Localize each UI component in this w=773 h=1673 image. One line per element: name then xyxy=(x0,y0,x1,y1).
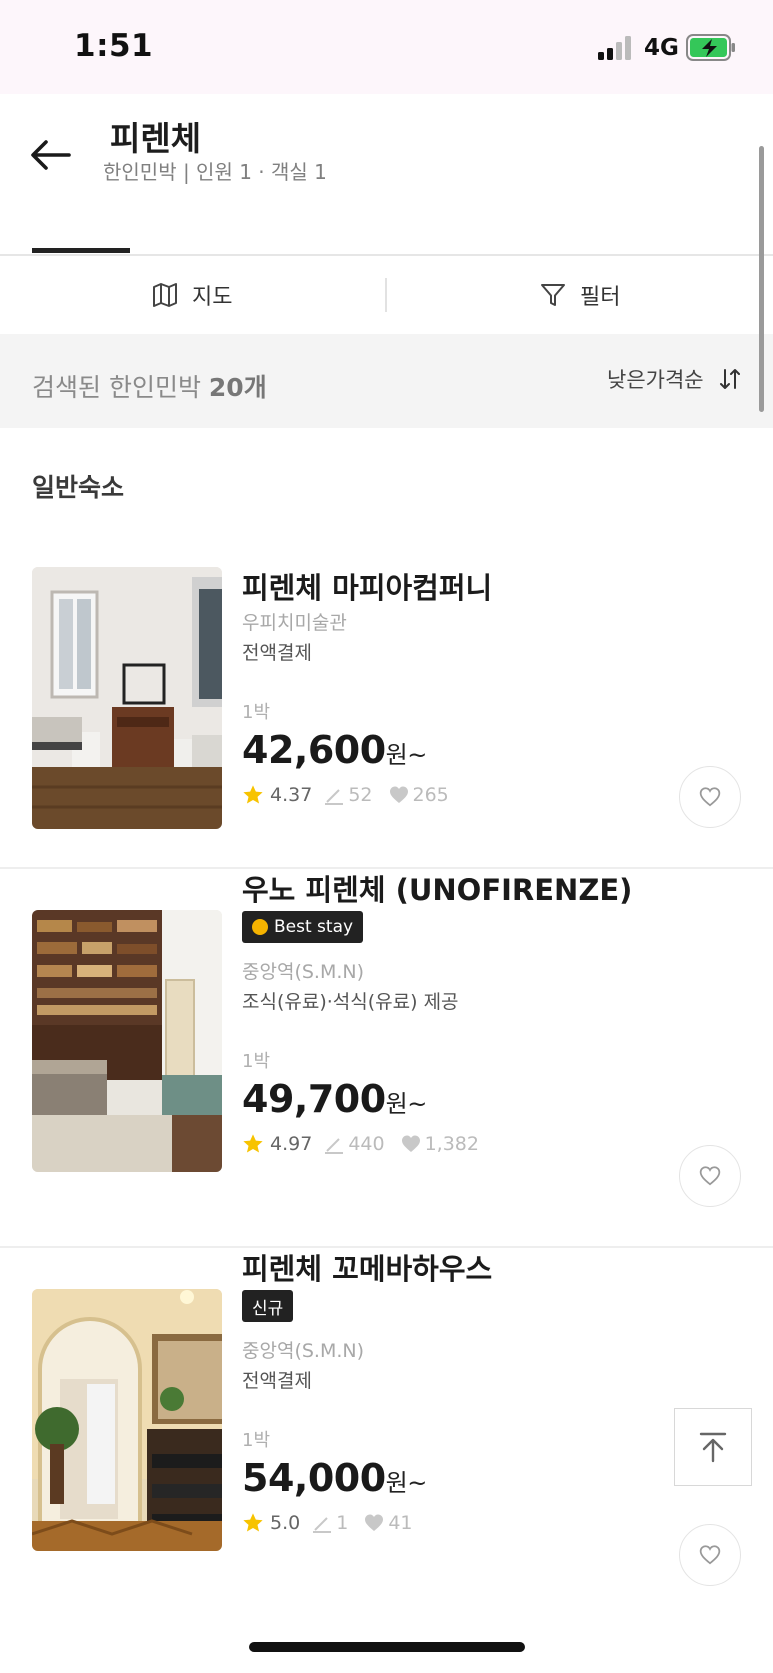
listing-card[interactable]: 우노 피렌체 (UNOFIRENZE) Best stay 중앙역(S.M.N)… xyxy=(0,869,773,1248)
heart-outline-icon xyxy=(699,1166,721,1186)
listing-amenities: 조식(유료)·석식(유료) 제공 xyxy=(242,991,459,1013)
listing-location: 우피치미술관 xyxy=(242,612,347,634)
heart-outline-icon xyxy=(699,1545,721,1565)
listing-price: 54,000원~ xyxy=(242,1456,427,1500)
listing-nights: 1박 xyxy=(242,702,271,723)
review-count: 52 xyxy=(348,784,373,806)
map-label: 지도 xyxy=(192,285,233,310)
price-value: 49,700 xyxy=(242,1077,386,1121)
like-count: 1,382 xyxy=(424,1133,479,1155)
back-arrow-icon[interactable] xyxy=(26,130,76,180)
status-bar: 1:51 4G xyxy=(0,0,773,94)
listing-price: 49,700원~ xyxy=(242,1077,427,1121)
rating-value: 5.0 xyxy=(270,1512,301,1534)
listing-stats: 5.0 1 41 xyxy=(242,1512,413,1534)
wishlist-button[interactable] xyxy=(679,1524,741,1586)
scrollbar[interactable] xyxy=(759,146,764,412)
price-unit: 원~ xyxy=(385,1090,428,1118)
listing-photo xyxy=(32,910,222,1172)
page-title: 피렌체 xyxy=(110,119,202,158)
heart-icon xyxy=(389,786,408,803)
map-icon xyxy=(153,283,177,307)
star-icon xyxy=(243,785,263,804)
listing-location: 중앙역(S.M.N) xyxy=(242,961,365,983)
sort-label: 낮은가격순 xyxy=(607,368,704,392)
new-badge: 신규 xyxy=(242,1290,294,1322)
wishlist-button[interactable] xyxy=(679,766,741,828)
signal-strength-icon xyxy=(598,36,634,60)
toolbar: 지도 필터 xyxy=(0,256,773,334)
scroll-to-top-button[interactable] xyxy=(674,1408,752,1486)
badge-label: 신규 xyxy=(252,1298,284,1319)
arrow-up-to-line-icon xyxy=(699,1432,727,1463)
listing-photo xyxy=(32,567,222,829)
listing-payment: 전액결제 xyxy=(242,642,312,664)
toolbar-divider xyxy=(385,278,387,312)
listing-card[interactable]: 피렌체 마피아컴퍼니 우피치미술관 전액결제 1박 42,600원~ 4.37 … xyxy=(0,490,773,869)
like-count: 41 xyxy=(388,1512,413,1534)
results-prefix: 검색된 한인민박 xyxy=(32,373,209,402)
home-indicator[interactable] xyxy=(249,1642,525,1652)
listing-stats: 4.97 440 1,382 xyxy=(242,1133,479,1155)
heart-icon xyxy=(401,1135,420,1152)
listing-nights: 1박 xyxy=(242,1051,271,1072)
filter-label: 필터 xyxy=(580,285,621,310)
heart-outline-icon xyxy=(699,787,721,807)
review-count: 1 xyxy=(336,1512,349,1534)
active-tab-indicator xyxy=(32,248,130,253)
listing-photo xyxy=(32,1289,222,1551)
sort-arrows-icon xyxy=(719,369,740,389)
listing-stats: 4.37 52 265 xyxy=(242,784,449,806)
pencil-icon xyxy=(325,1138,344,1154)
listing-nights: 1박 xyxy=(242,1430,271,1451)
listing-name: 우노 피렌체 (UNOFIRENZE) xyxy=(242,873,633,907)
page-header: 피렌체 한인민박 | 인원 1 · 객실 1 xyxy=(0,94,773,254)
search-conditions[interactable]: 한인민박 | 인원 1 · 객실 1 xyxy=(103,156,327,185)
listing-name: 피렌체 마피아컴퍼니 xyxy=(242,571,493,605)
star-icon xyxy=(243,1134,263,1153)
price-unit: 원~ xyxy=(385,1469,428,1497)
rating-value: 4.37 xyxy=(270,784,313,806)
network-label: 4G xyxy=(644,35,679,61)
funnel-icon xyxy=(541,284,565,306)
medal-icon xyxy=(252,919,268,935)
pencil-icon xyxy=(325,789,344,805)
filter-button[interactable]: 필터 xyxy=(540,256,620,334)
price-unit: 원~ xyxy=(385,741,428,769)
wishlist-button[interactable] xyxy=(679,1145,741,1207)
listing-location: 중앙역(S.M.N) xyxy=(242,1340,365,1362)
map-button[interactable]: 지도 xyxy=(152,256,232,334)
listing-payment: 전액결제 xyxy=(242,1370,312,1392)
listing-price: 42,600원~ xyxy=(242,728,427,772)
listing-name: 피렌체 꼬메바하우스 xyxy=(242,1252,493,1286)
review-count: 440 xyxy=(348,1133,385,1155)
like-count: 265 xyxy=(412,784,449,806)
sort-button[interactable]: 낮은가격순 xyxy=(607,364,742,394)
status-time: 1:51 xyxy=(74,28,154,64)
price-value: 42,600 xyxy=(242,728,386,772)
best-stay-badge: Best stay xyxy=(242,911,364,943)
badge-label: Best stay xyxy=(274,917,354,937)
battery-charging-icon xyxy=(686,34,735,61)
results-count: 검색된 한인민박 20개 xyxy=(32,368,267,404)
rating-value: 4.97 xyxy=(270,1133,313,1155)
price-value: 54,000 xyxy=(242,1456,386,1500)
heart-icon xyxy=(365,1514,384,1531)
pencil-icon xyxy=(313,1517,332,1533)
results-number: 20개 xyxy=(208,373,267,402)
listing-card[interactable]: 피렌체 꼬메바하우스 신규 중앙역(S.M.N) 전액결제 1박 54,000원… xyxy=(0,1248,773,1626)
results-bar: 검색된 한인민박 20개 낮은가격순 xyxy=(0,334,773,428)
app-screen: 1:51 4G 피렌체 한인민박 | 인원 1 · 객실 1 지도 필터 검색된… xyxy=(0,0,773,1673)
star-icon xyxy=(243,1513,263,1532)
